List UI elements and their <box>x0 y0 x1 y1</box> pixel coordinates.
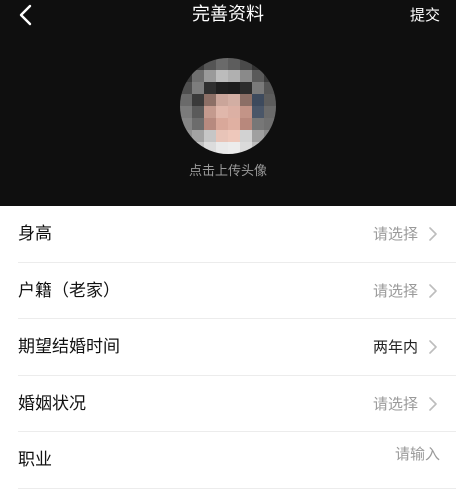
chevron-left-icon <box>19 4 32 26</box>
form-row-hometown[interactable]: 户籍（老家） 请选择 <box>18 263 456 319</box>
marriage-timeline-value: 两年内 <box>372 338 418 356</box>
profile-form: 身高 请选择 户籍（老家） 请选择 期望结婚时间 两年内 婚姻状况 请选择 职业… <box>0 206 456 489</box>
avatar-upload-hint[interactable]: 点击上传头像 <box>0 160 456 179</box>
chevron-right-icon <box>429 227 437 241</box>
height-value: 请选择 <box>372 225 418 243</box>
occupation-label: 职业 <box>18 450 52 470</box>
complete-profile-screen: 完善资料 提交 点击上传头像 身高 请选择 户籍（老家） 请选择 期望结婚时间 … <box>0 0 456 500</box>
submit-button[interactable]: 提交 <box>410 0 440 30</box>
chevron-right-icon <box>429 340 437 354</box>
back-button[interactable] <box>8 0 44 30</box>
hometown-label: 户籍（老家） <box>18 280 120 301</box>
form-row-marriage-timeline[interactable]: 期望结婚时间 两年内 <box>18 319 456 376</box>
page-title: 完善资料 <box>192 4 264 25</box>
form-row-occupation[interactable]: 职业 请输入 <box>18 432 456 489</box>
form-row-height[interactable]: 身高 请选择 <box>18 206 456 263</box>
occupation-input[interactable]: 请输入 <box>395 426 440 482</box>
marriage-timeline-label: 期望结婚时间 <box>18 337 120 357</box>
marital-status-value: 请选择 <box>372 394 418 413</box>
hometown-value: 请选择 <box>372 281 418 300</box>
marital-status-label: 婚姻状况 <box>18 393 86 414</box>
form-row-marital-status[interactable]: 婚姻状况 请选择 <box>18 376 456 432</box>
chevron-right-icon <box>429 396 437 411</box>
avatar-upload[interactable] <box>180 58 276 154</box>
profile-header: 完善资料 提交 点击上传头像 <box>0 0 456 206</box>
avatar-image <box>180 58 276 154</box>
height-label: 身高 <box>18 224 52 244</box>
chevron-right-icon <box>429 283 437 298</box>
